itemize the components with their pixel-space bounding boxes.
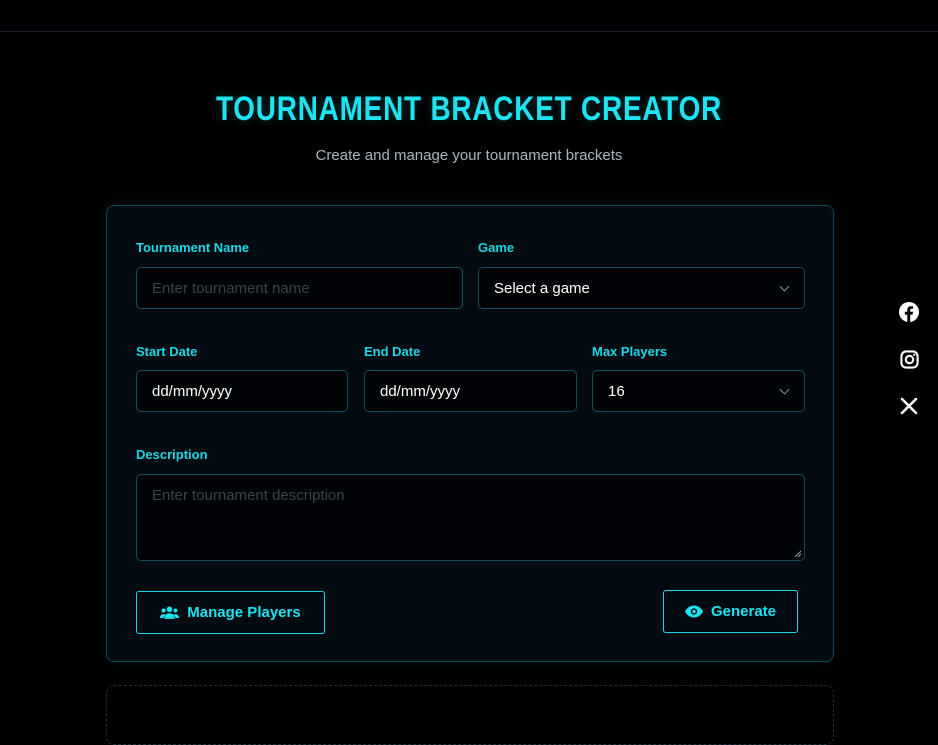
page-title: TOURNAMENT BRACKET CREATOR: [215, 90, 723, 128]
chevron-down-icon: [779, 384, 790, 395]
manage-players-label: Manage Players: [187, 604, 301, 621]
max-players-label: Max Players: [592, 344, 668, 359]
description-textarea[interactable]: Enter tournament description: [136, 474, 805, 561]
page-subtitle: Create and manage your tournament bracke…: [315, 147, 623, 164]
end-date-label: End Date: [364, 344, 421, 359]
instagram-icon[interactable]: [898, 348, 920, 370]
description-label: Description: [136, 447, 208, 462]
facebook-icon[interactable]: [898, 301, 920, 323]
generate-button[interactable]: Generate: [663, 590, 798, 633]
tournament-name-input[interactable]: Enter tournament name: [136, 267, 463, 309]
max-players-value: 16: [608, 382, 625, 400]
game-label: Game: [478, 240, 515, 255]
game-select-value: Select a game: [494, 279, 590, 297]
end-date-input[interactable]: dd/mm/yyyy: [364, 370, 577, 412]
game-select[interactable]: Select a game: [478, 267, 805, 309]
manage-players-button[interactable]: Manage Players: [136, 591, 325, 634]
bracket-preview-area: [106, 685, 834, 745]
users-icon: [160, 606, 180, 619]
tournament-name-label: Tournament Name: [136, 240, 250, 255]
description-placeholder: Enter tournament description: [152, 487, 345, 504]
resize-handle-icon[interactable]: [794, 550, 802, 558]
chevron-down-icon: [779, 281, 790, 292]
top-bar: [0, 0, 938, 32]
start-date-label: Start Date: [136, 344, 198, 359]
max-players-select[interactable]: 16: [592, 370, 805, 412]
tournament-form-card: Tournament Name Enter tournament name Ga…: [106, 205, 834, 662]
eye-icon: [684, 605, 703, 618]
x-icon[interactable]: [898, 395, 920, 417]
generate-label: Generate: [710, 603, 777, 620]
start-date-input[interactable]: dd/mm/yyyy: [136, 370, 348, 412]
